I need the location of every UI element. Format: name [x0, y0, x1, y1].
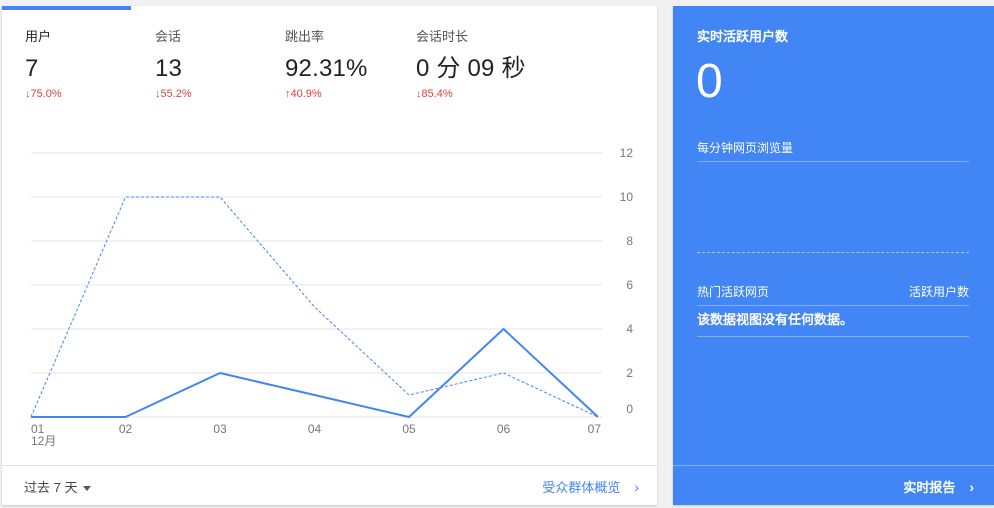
realtime-report-link[interactable]: 实时报告 ›	[903, 477, 974, 496]
y-tick-label: 4	[626, 322, 633, 336]
metric-label: 用户	[25, 29, 52, 44]
y-tick-label: 2	[626, 366, 633, 380]
col-active-users: 活跃用户数	[908, 285, 969, 299]
y-tick-label: 6	[626, 278, 633, 292]
x-tick-label: 05	[402, 422, 416, 436]
metric-label: 会话	[155, 29, 182, 44]
metric-value: 13	[155, 55, 183, 82]
x-tick-label: 03	[213, 422, 227, 436]
x-tick-label: 07	[588, 422, 602, 436]
chart-svg: 12108642001 02 03 04 05 06 0712月	[30, 146, 634, 448]
realtime-active-users-count: 0	[696, 55, 723, 108]
metric-bounce-rate-tab[interactable]: 跳出率 92.31% ↑40.9%	[285, 26, 368, 100]
y-tick-label: 8	[626, 234, 633, 248]
chevron-right-icon: ›	[634, 479, 639, 495]
x-tick-label: 02	[119, 422, 133, 436]
metric-sessions-tab[interactable]: 会话 13 ↓55.2%	[155, 26, 192, 100]
metric-change: ↓85.4%	[416, 88, 453, 100]
chevron-right-icon: ›	[969, 479, 974, 495]
x-tick-label: 04	[308, 422, 322, 436]
metric-users-tab[interactable]: 用户 7 ↓75.0%	[25, 26, 62, 100]
metric-value: 7	[25, 55, 39, 82]
realtime-title: 实时活跃用户数	[697, 29, 789, 44]
metric-value: 92.31%	[285, 55, 368, 82]
pageviews-per-minute-label: 每分钟网页浏览量	[697, 139, 969, 162]
audience-overview-card: 用户 7 ↓75.0% 会话 13 ↓55.2% 跳出率 92.31% ↑40.…	[2, 6, 657, 505]
date-range-dropdown[interactable]: 过去 7 天	[24, 477, 92, 496]
col-top-pages: 热门活跃网页	[697, 285, 770, 299]
top-pages-table-header: 热门活跃网页 活跃用户数	[697, 283, 969, 306]
active-tab-indicator	[2, 6, 131, 10]
metric-change: ↓55.2%	[155, 88, 192, 100]
metric-change: ↓75.0%	[25, 88, 62, 100]
audience-overview-link[interactable]: 受众群体概览 ›	[542, 477, 639, 496]
card-footer: 过去 7 天 受众群体概览 ›	[2, 465, 657, 505]
realtime-card: 实时活跃用户数 0 每分钟网页浏览量 热门活跃网页 活跃用户数 该数据视图没有任…	[673, 6, 994, 505]
metric-session-duration-tab[interactable]: 会话时长 0 分 09 秒 ↓85.4%	[416, 26, 526, 100]
x-sublabel: 12月	[31, 434, 56, 448]
pageviews-sparkline-baseline	[697, 252, 969, 253]
audience-overview-label: 受众群体概览	[542, 480, 621, 495]
table-empty-message: 该数据视图没有任何数据。	[697, 309, 969, 337]
metric-value: 0 分 09 秒	[416, 55, 526, 82]
metric-label: 跳出率	[285, 29, 325, 44]
users-line-chart: 12 10 8 6 4 2 0 01 02 03 04 05 06 07 12月	[2, 136, 657, 456]
realtime-report-label: 实时报告	[903, 480, 956, 495]
date-range-label: 过去 7 天	[24, 480, 78, 495]
metric-change: ↑40.9%	[285, 88, 322, 100]
x-tick-label: 06	[497, 422, 511, 436]
y-tick-label: 0	[626, 402, 633, 416]
metric-label: 会话时长	[416, 29, 469, 44]
caret-down-icon	[83, 486, 92, 492]
y-tick-label: 10	[620, 190, 634, 204]
y-tick-label: 12	[620, 146, 634, 160]
realtime-card-footer: 实时报告 ›	[673, 465, 994, 505]
